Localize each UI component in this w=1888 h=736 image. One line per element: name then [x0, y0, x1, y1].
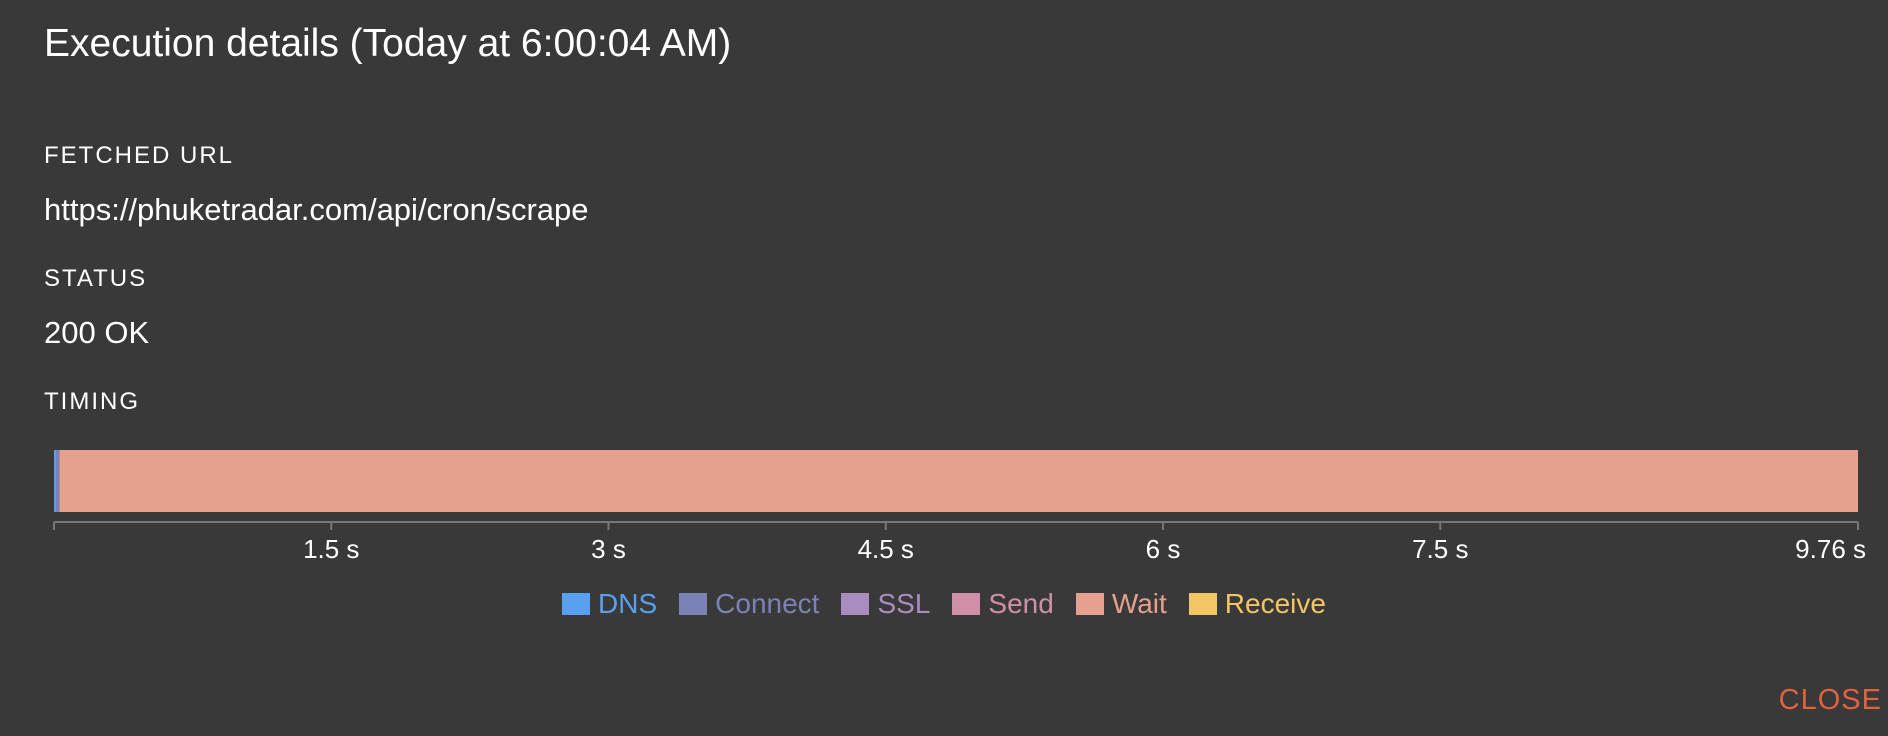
timing-legend: DNS Connect SSL Send Wait Receive: [0, 588, 1888, 620]
timing-tick-label: 4.5 s: [858, 534, 914, 564]
legend-item-connect[interactable]: Connect: [679, 588, 819, 620]
legend-item-ssl[interactable]: SSL: [841, 588, 930, 620]
timing-tick-label: 3 s: [591, 534, 626, 564]
legend-label-connect: Connect: [715, 588, 820, 619]
timing-chart-svg: 1.5 s 3 s 4.5 s 6 s 7.5 s 9.76 s: [53, 450, 1866, 564]
timing-tick-label: 7.5 s: [1412, 534, 1468, 564]
legend-label-receive: Receive: [1224, 588, 1326, 619]
legend-swatch-dns: [562, 593, 591, 615]
timing-tick-label: 1.5 s: [303, 534, 359, 564]
legend-swatch-connect: [679, 593, 708, 615]
fetched-url-label: FETCHED URL: [44, 142, 235, 169]
timing-bar-wait: [59, 450, 1859, 512]
legend-swatch-wait: [1075, 593, 1104, 615]
status-value: 200 OK: [44, 315, 150, 350]
timing-bar-connect: [55, 450, 60, 512]
legend-item-dns[interactable]: DNS: [562, 588, 657, 620]
dialog-title: Execution details (Today at 6:00:04 AM): [44, 22, 732, 65]
timing-tick-label: 9.76 s: [1795, 534, 1866, 564]
legend-swatch-receive: [1188, 593, 1217, 615]
timing-label: TIMING: [44, 388, 140, 415]
legend-label-dns: DNS: [598, 588, 658, 619]
legend-label-wait: Wait: [1111, 588, 1167, 619]
fetched-url-value: https://phuketradar.com/api/cron/scrape: [44, 192, 589, 227]
timing-tick-label: 6 s: [1146, 534, 1181, 564]
legend-label-send: Send: [988, 588, 1054, 619]
execution-details-dialog: Execution details (Today at 6:00:04 AM) …: [0, 0, 1888, 736]
legend-item-receive[interactable]: Receive: [1188, 588, 1326, 620]
close-button[interactable]: CLOSE: [1779, 684, 1882, 717]
legend-item-wait[interactable]: Wait: [1075, 588, 1167, 620]
legend-item-send[interactable]: Send: [952, 588, 1054, 620]
legend-swatch-send: [952, 593, 981, 615]
legend-label-ssl: SSL: [877, 588, 931, 619]
status-label: STATUS: [44, 265, 148, 292]
legend-swatch-ssl: [841, 593, 870, 615]
